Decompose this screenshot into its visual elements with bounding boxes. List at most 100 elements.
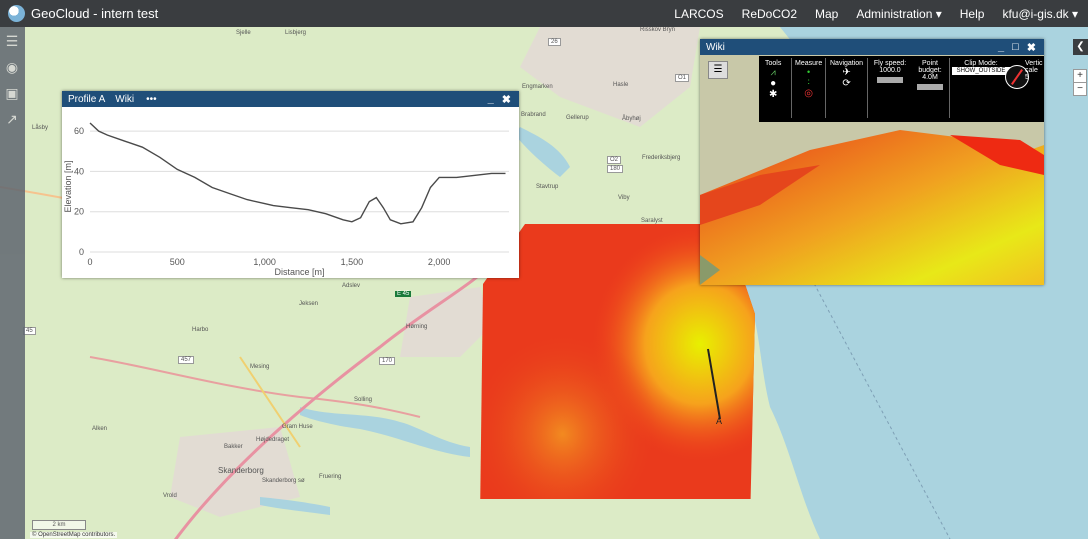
profile-panel-tab-wiki[interactable]: Wiki <box>115 94 134 105</box>
map-label: Frederiksbjerg <box>642 155 681 161</box>
nav-links: LARCOS ReDoCO2 Map Administration ▾ Help… <box>656 0 1078 27</box>
map-label: Mesing <box>250 364 270 370</box>
map-label: Risskov Bryn <box>640 27 676 33</box>
zoom-in-button[interactable]: + <box>1073 69 1087 83</box>
y-tick-label: 40 <box>74 166 84 176</box>
y-tick-label: 20 <box>74 207 84 217</box>
scale-value: 5 <box>1025 74 1029 81</box>
clip-mode-section: Clip Mode: SHOW_OUTSIDE <box>952 60 1010 75</box>
distance-measure-icon[interactable]: ∶ <box>795 77 822 88</box>
road-number: O1 <box>675 74 690 82</box>
point-budget-slider[interactable] <box>917 84 943 90</box>
potree-toolbar: ☰ Tools ⩘ ● ✱ Measure • ∶ ◎ Navigation ✈… <box>708 56 1044 122</box>
tools-label: Tools <box>765 60 782 67</box>
profile-tool-icon[interactable]: ⩘ <box>765 67 781 78</box>
wiki-panel-title: Wiki <box>706 41 725 53</box>
layers-icon[interactable]: ☰ <box>4 33 20 49</box>
map-label: Gram Huse <box>282 424 313 430</box>
x-tick-label: 0 <box>87 257 92 267</box>
close-button[interactable]: ✖ <box>502 93 511 106</box>
map-label: Vrold <box>163 493 177 499</box>
brand-title: GeoCloud - intern test <box>31 6 159 21</box>
clip-mode-select[interactable]: SHOW_OUTSIDE <box>952 67 1010 75</box>
left-toolbar: ☰ ◉ ▣ ↗ <box>0 27 25 539</box>
map-label: Brabrand <box>521 112 546 118</box>
map-label: Skanderborg <box>218 466 264 475</box>
toolbar-divider <box>949 58 950 118</box>
y-tick-label: 0 <box>79 247 84 257</box>
vertical-scale-section: Vertic cale 5 <box>1025 60 1043 81</box>
map-label: Stavtrup <box>536 184 559 190</box>
x-tick-label: 500 <box>170 257 185 267</box>
map-label: Bakker <box>224 444 243 450</box>
map-label: Harbo <box>192 327 209 333</box>
orbit-icon[interactable]: ⟳ <box>830 78 863 89</box>
profile-panel: Profile A Wiki ••• _ ✖ 0 20 40 60 0 500 1,000 1… <box>62 91 519 278</box>
road-number: O2 <box>607 156 622 164</box>
point-budget-value: 4.0M <box>922 74 938 81</box>
close-button[interactable]: ✖ <box>1027 41 1036 54</box>
nav-link-help[interactable]: Help <box>960 7 985 21</box>
nav-link-redoco2[interactable]: ReDoCO2 <box>742 7 797 21</box>
road-number: 26 <box>548 38 561 46</box>
fly-speed-label: Fly speed: <box>873 60 907 67</box>
more-menu-icon[interactable]: ••• <box>146 94 157 105</box>
profile-panel-title: Profile A <box>68 93 106 105</box>
fly-icon[interactable]: ✈ <box>830 67 863 78</box>
marker-icon[interactable]: ● <box>765 78 781 89</box>
minimize-button[interactable]: _ <box>488 93 494 106</box>
measure-label: Measure <box>795 60 823 67</box>
nav-link-map[interactable]: Map <box>815 7 838 21</box>
toolbar-divider <box>867 58 868 118</box>
navigation-label: Navigation <box>830 60 864 67</box>
cube-icon[interactable]: ▣ <box>4 85 20 101</box>
maximize-button[interactable]: □ <box>1012 41 1019 54</box>
profile-line-label: A <box>716 416 722 426</box>
road-number: E 45 <box>395 291 412 297</box>
measure-section: Measure • ∶ ◎ <box>795 60 822 99</box>
gear-icon[interactable]: ✱ <box>765 89 781 100</box>
elevation-series-line <box>89 122 506 225</box>
brand[interactable]: GeoCloud - intern test <box>0 5 158 22</box>
nav-link-user[interactable]: kfu@i-gis.dk ▾ <box>1002 7 1078 21</box>
fly-speed-value: 1000.0 <box>879 67 901 74</box>
map-label: Fruering <box>319 474 342 480</box>
y-tick-label: 60 <box>74 126 84 136</box>
circle-measure-icon[interactable]: ◎ <box>795 88 822 99</box>
globe-icon[interactable]: ◉ <box>4 59 20 75</box>
x-tick-label: 1,000 <box>253 257 276 267</box>
map-label: Skanderborg sø <box>262 478 305 484</box>
fly-speed-slider[interactable] <box>877 77 903 83</box>
map-label: Jeksen <box>299 301 319 307</box>
minimize-button[interactable]: _ <box>998 41 1004 54</box>
profile-panel-header[interactable]: Profile A Wiki ••• _ ✖ <box>62 91 519 107</box>
x-axis-label: Distance [m] <box>274 267 324 277</box>
collapse-panel-button[interactable]: ❮ <box>1073 39 1088 55</box>
fly-speed-section: Fly speed: 1000.0 <box>873 60 907 83</box>
map-label: Højdedraget <box>256 437 290 443</box>
x-tick-label: 1,500 <box>341 257 364 267</box>
map-label: Åbyhøj <box>622 116 641 122</box>
map-label: Adslev <box>342 283 361 289</box>
vertical-scale-label: Vertic <box>1025 60 1043 67</box>
map-label: Lisbjerg <box>285 30 307 36</box>
zoom-out-button[interactable]: − <box>1073 82 1087 96</box>
scale-label: cale <box>1025 67 1038 74</box>
nav-link-administration[interactable]: Administration ▾ <box>856 7 941 21</box>
map-scale-bar: 2 km <box>32 520 86 530</box>
chart-icon[interactable]: ↗ <box>4 111 20 127</box>
toolbar-divider <box>825 58 826 118</box>
point-budget-section: Point budget: 4.0M <box>913 60 947 90</box>
map-label: Gellerup <box>566 115 589 121</box>
road-number: 457 <box>178 356 195 364</box>
map-attribution[interactable]: © OpenStreetMap contributors. <box>30 532 118 538</box>
point-measure-icon[interactable]: • <box>795 67 822 77</box>
menu-toggle-icon[interactable]: ☰ <box>708 61 728 79</box>
map-label: Viby <box>618 195 630 201</box>
map-label: Hørning <box>406 324 428 330</box>
navigation-section: Navigation ✈ ⟳ <box>830 60 863 89</box>
wiki-panel-header[interactable]: Wiki _ □ ✖ <box>700 39 1044 55</box>
elevation-profile-chart: 0 20 40 60 0 500 1,000 1,500 2,000 Distance [m] El… <box>63 122 509 277</box>
x-tick-label: 2,000 <box>428 257 451 267</box>
nav-link-larcos[interactable]: LARCOS <box>674 7 723 21</box>
